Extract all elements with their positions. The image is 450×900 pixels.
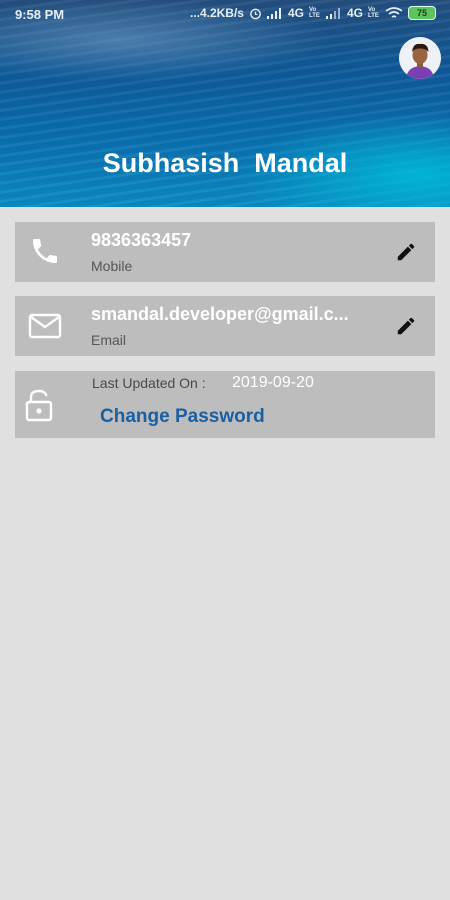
avatar[interactable] [399,37,441,79]
last-updated-date: 2019-09-20 [232,374,314,391]
network-type-label: 4G [287,6,304,20]
phone-icon [33,239,57,263]
lock-icon [25,389,53,422]
change-password-link[interactable]: Change Password [100,406,265,428]
user-name: Subhasish Mandal [102,148,348,178]
battery-indicator: 75 [408,6,436,20]
last-updated-label: Last Updated On : [92,375,206,391]
edit-phone-button[interactable] [395,241,417,263]
phone-label: Mobile [91,258,133,274]
network-type-label: 4G [346,6,363,20]
status-bar: 9:58 PM ...4.2KB/s 4G Vo LTE 4G Vo LTE 7… [0,0,450,30]
signal-icon [266,7,281,19]
network-speed: ...4.2KB/s [189,6,244,20]
email-card: smandal.developer@gmail.c... Email [15,296,435,356]
mail-icon [28,313,62,339]
wifi-icon [385,6,403,18]
profile-header: 9:58 PM ...4.2KB/s 4G Vo LTE 4G Vo LTE 7… [0,0,450,207]
avatar-icon [399,37,441,79]
volte-label: Vo LTE [308,7,320,19]
email-address: smandal.developer@gmail.c... [91,304,349,324]
signal-icon [325,7,340,19]
edit-email-button[interactable] [395,315,417,337]
phone-number: 9836363457 [91,230,192,250]
email-label: Email [91,332,127,348]
status-indicators: ...4.2KB/s 4G Vo LTE 4G Vo LTE 75 [190,6,436,20]
status-time: 9:58 PM [15,7,65,22]
alarm-icon [250,8,261,19]
phone-card: 9836363457 Mobile [15,222,435,282]
password-card: Last Updated On : 2019-09-20 Change Pass… [15,371,435,438]
volte-label: Vo LTE [368,7,379,19]
